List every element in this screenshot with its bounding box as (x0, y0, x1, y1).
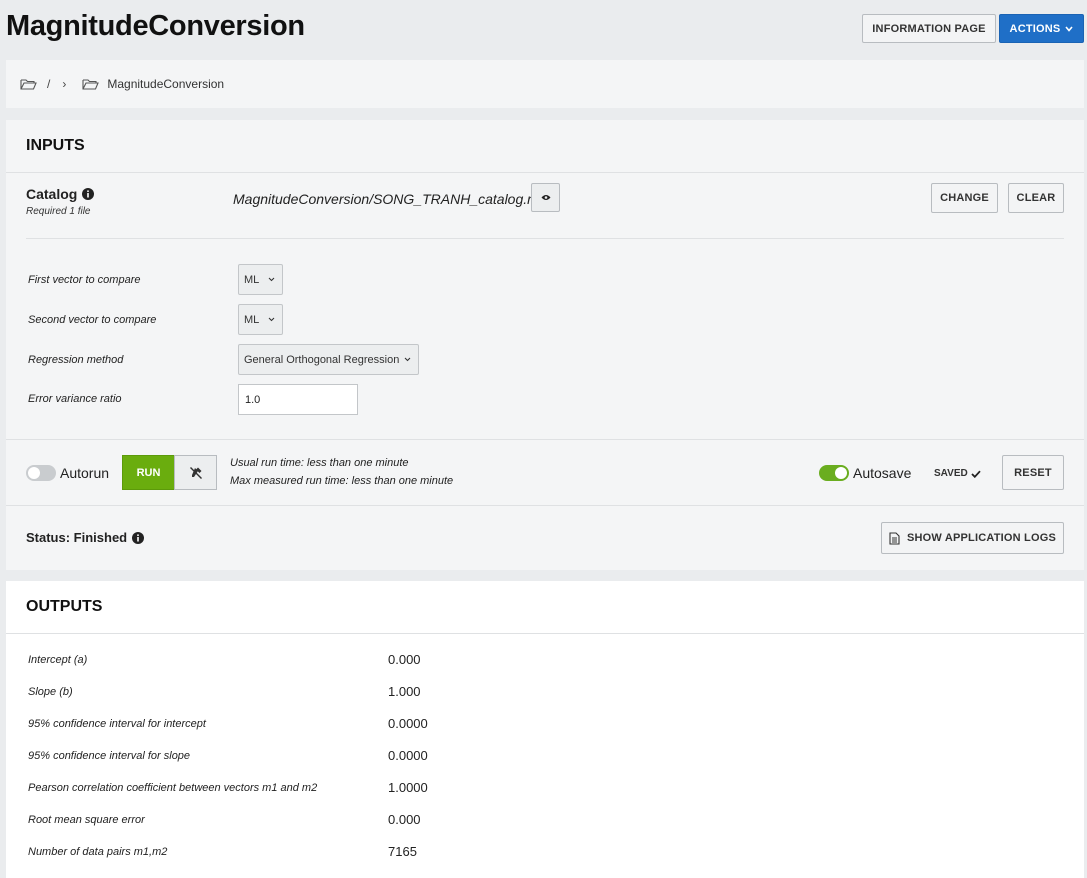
catalog-label-text: Catalog (26, 186, 78, 202)
regression-method-label: Regression method (28, 354, 124, 366)
output-value-intercept: 0.000 (388, 652, 421, 667)
output-value-slope: 1.000 (388, 684, 421, 699)
eye-icon (541, 195, 550, 200)
saved-status: SAVED (934, 468, 981, 479)
chevron-down-icon (1065, 25, 1074, 32)
autorun-toggle[interactable] (26, 465, 56, 481)
outputs-title: OUTPUTS (26, 598, 103, 615)
output-value-ci-slope: 0.0000 (388, 748, 428, 763)
divider (26, 238, 1064, 239)
breadcrumb-chevron: › (62, 77, 67, 91)
inputs-panel: INPUTS Catalog Required 1 file Magnitude… (6, 120, 1084, 570)
chevron-down-icon (268, 317, 275, 322)
header: MagnitudeConversion INFORMATION PAGE ACT… (0, 0, 1087, 58)
info-icon[interactable] (82, 188, 95, 200)
page-title: MagnitudeConversion (6, 10, 305, 42)
preview-file-button[interactable] (531, 183, 560, 212)
folder-open-icon (82, 79, 100, 90)
run-button[interactable]: RUN (122, 455, 175, 490)
status-label: Status: Finished (26, 530, 128, 545)
output-label-intercept: Intercept (a) (28, 654, 88, 666)
change-file-button[interactable]: CHANGE (931, 183, 998, 213)
folder-open-icon[interactable] (20, 78, 37, 90)
divider (6, 172, 1084, 173)
toggle-knob (835, 467, 847, 479)
output-label-ci-slope: 95% confidence interval for slope (28, 750, 191, 762)
max-run-time: Max measured run time: less than one min… (230, 475, 454, 487)
output-value-rmse: 0.000 (388, 812, 421, 827)
breadcrumb-current[interactable]: MagnitudeConversion (107, 77, 224, 91)
status-text: Status: Finished (26, 530, 145, 545)
outputs-panel: OUTPUTS Intercept (a) 0.000 Slope (b) 1.… (6, 581, 1084, 878)
autosave-label: Autosave (853, 465, 912, 481)
chevron-down-icon (268, 277, 275, 282)
divider (6, 633, 1084, 634)
chevron-down-icon (404, 357, 411, 362)
regression-method-select[interactable]: General Orthogonal Regression (238, 344, 419, 375)
breadcrumb: / › MagnitudeConversion (6, 60, 1084, 108)
catalog-label: Catalog (26, 186, 95, 202)
first-vector-select[interactable]: ML (238, 264, 283, 295)
autorun-label: Autorun (60, 465, 110, 481)
second-vector-value: ML (244, 313, 260, 326)
output-label-data-pairs: Number of data pairs m1,m2 (28, 846, 168, 858)
show-application-logs-button[interactable]: SHOW APPLICATION LOGS (881, 522, 1064, 554)
output-value-ci-intercept: 0.0000 (388, 716, 428, 731)
second-vector-select[interactable]: ML (238, 304, 283, 335)
divider (6, 505, 1084, 506)
document-icon (889, 531, 900, 545)
output-label-rmse: Root mean square error (28, 814, 145, 826)
error-variance-ratio-label: Error variance ratio (28, 393, 122, 405)
output-label-ci-intercept: 95% confidence interval for intercept (28, 718, 206, 730)
check-icon (971, 470, 981, 478)
info-icon[interactable] (132, 531, 145, 544)
disable-auto-button[interactable] (174, 455, 217, 490)
inputs-title: INPUTS (26, 137, 85, 154)
actions-button-label: ACTIONS (1009, 22, 1061, 35)
regression-method-value: General Orthogonal Regression (244, 353, 400, 366)
reset-button[interactable]: RESET (1002, 455, 1064, 490)
toggle-knob (28, 467, 40, 479)
usual-run-time: Usual run time: less than one minute (230, 457, 409, 469)
information-page-button[interactable]: INFORMATION PAGE (862, 14, 996, 43)
first-vector-label: First vector to compare (28, 274, 141, 286)
second-vector-label: Second vector to compare (28, 314, 157, 326)
output-value-pearson: 1.0000 (388, 780, 428, 795)
show-logs-label: SHOW APPLICATION LOGS (906, 532, 1057, 544)
breadcrumb-root-separator: / (47, 77, 51, 91)
output-value-data-pairs: 7165 (388, 844, 417, 859)
first-vector-value: ML (244, 273, 260, 286)
output-label-slope: Slope (b) (28, 686, 73, 698)
autosave-toggle[interactable] (819, 465, 849, 481)
actions-button[interactable]: ACTIONS (999, 14, 1084, 43)
catalog-file-path: MagnitudeConversion/SONG_TRANH_catalog.m… (233, 191, 551, 207)
no-auto-icon (189, 466, 202, 479)
output-label-pearson: Pearson correlation coefficient between … (28, 782, 318, 794)
clear-file-button[interactable]: CLEAR (1008, 183, 1064, 213)
error-variance-ratio-input[interactable] (238, 384, 358, 415)
catalog-required-text: Required 1 file (26, 206, 91, 217)
saved-label: SAVED (934, 468, 968, 479)
divider (6, 439, 1084, 440)
